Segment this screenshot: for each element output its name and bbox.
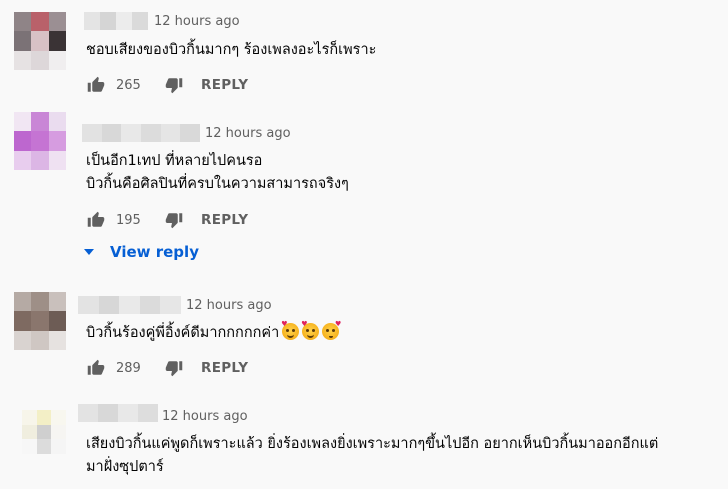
thumbs-down-icon[interactable] bbox=[164, 75, 184, 95]
comment-actions: 195 REPLY bbox=[86, 210, 248, 230]
avatar[interactable] bbox=[22, 410, 66, 454]
avatar[interactable] bbox=[14, 12, 66, 70]
avatar[interactable] bbox=[14, 292, 66, 350]
comment-text: บิวกิ้นร้องคู่พี่อิ้งค์ดีมากกกกกค่า ♥ ♥ ♥ bbox=[86, 321, 341, 345]
comment-text: เสียงบิวกิ้นแค่พูดก็เพราะแล้ว ยิ่งร้องเพ… bbox=[86, 433, 658, 479]
view-reply-label: View reply bbox=[110, 243, 199, 261]
reply-button[interactable]: REPLY bbox=[201, 360, 248, 376]
reply-button[interactable]: REPLY bbox=[201, 77, 248, 93]
smiling-face-with-hearts-emoji: ♥ bbox=[301, 321, 320, 340]
comment-actions: 265 REPLY bbox=[86, 75, 248, 95]
caret-down-icon bbox=[84, 249, 94, 255]
comment-text-content: บิวกิ้นร้องคู่พี่อิ้งค์ดีมากกกกกค่า bbox=[86, 325, 280, 341]
thumbs-up-icon[interactable] bbox=[86, 75, 106, 95]
comment-timestamp[interactable]: 12 hours ago bbox=[205, 126, 291, 141]
comment-text-line: มาฝั่งซุปตาร์ bbox=[86, 459, 164, 475]
comment-text-line: เสียงบิวกิ้นแค่พูดก็เพราะแล้ว ยิ่งร้องเพ… bbox=[86, 436, 659, 452]
face-blowing-kiss-emoji: ♥ bbox=[322, 321, 341, 340]
author-name-blurred[interactable] bbox=[82, 124, 201, 142]
comment-text-line: บิวกิ้นคือศิลปินที่ครบในความสามารถจริงๆ bbox=[86, 176, 349, 192]
smiling-face-with-hearts-emoji: ♥ bbox=[281, 321, 300, 340]
like-count: 195 bbox=[116, 212, 141, 228]
comment-timestamp[interactable]: 12 hours ago bbox=[186, 298, 272, 313]
view-reply-button[interactable]: View reply bbox=[84, 243, 199, 261]
thumbs-up-icon[interactable] bbox=[86, 210, 106, 230]
author-name-blurred[interactable] bbox=[78, 296, 181, 314]
comment-timestamp[interactable]: 12 hours ago bbox=[154, 14, 240, 29]
reply-button[interactable]: REPLY bbox=[201, 212, 248, 228]
like-count: 289 bbox=[116, 360, 141, 376]
comment-timestamp[interactable]: 12 hours ago bbox=[162, 409, 248, 424]
comment-text-line: ชอบเสียงของบิวกิ้นมากๆ ร้องเพลงอะไรก็เพร… bbox=[86, 42, 377, 58]
comment-text: ชอบเสียงของบิวกิ้นมากๆ ร้องเพลงอะไรก็เพร… bbox=[86, 39, 376, 62]
author-name-blurred[interactable] bbox=[84, 12, 148, 30]
thumbs-up-icon[interactable] bbox=[86, 358, 106, 378]
comment-text-line: เป็นอีก1เทป ที่หลายไปคนรอ bbox=[86, 153, 263, 169]
author-name-blurred[interactable] bbox=[78, 404, 158, 422]
avatar[interactable] bbox=[14, 112, 66, 170]
comment-actions: 289 REPLY bbox=[86, 358, 248, 378]
comment-text: เป็นอีก1เทป ที่หลายไปคนรอ บิวกิ้นคือศิลป… bbox=[86, 150, 349, 196]
thumbs-down-icon[interactable] bbox=[164, 358, 184, 378]
comment-text-line: บิวกิ้นร้องคู่พี่อิ้งค์ดีมากกกกกค่า ♥ ♥ ♥ bbox=[86, 321, 341, 345]
thumbs-down-icon[interactable] bbox=[164, 210, 184, 230]
like-count: 265 bbox=[116, 77, 141, 93]
